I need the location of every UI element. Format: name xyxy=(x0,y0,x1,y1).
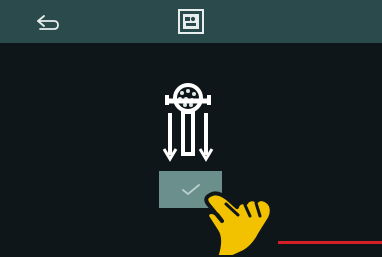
status-line xyxy=(278,241,382,244)
tool-program-icon xyxy=(177,8,205,35)
back-button[interactable] xyxy=(28,9,64,35)
tap-hand-icon xyxy=(198,185,292,257)
tool-removal-icon xyxy=(160,81,230,165)
top-bar xyxy=(0,0,382,43)
device-screen xyxy=(0,0,382,257)
back-arrow-icon xyxy=(37,15,59,30)
